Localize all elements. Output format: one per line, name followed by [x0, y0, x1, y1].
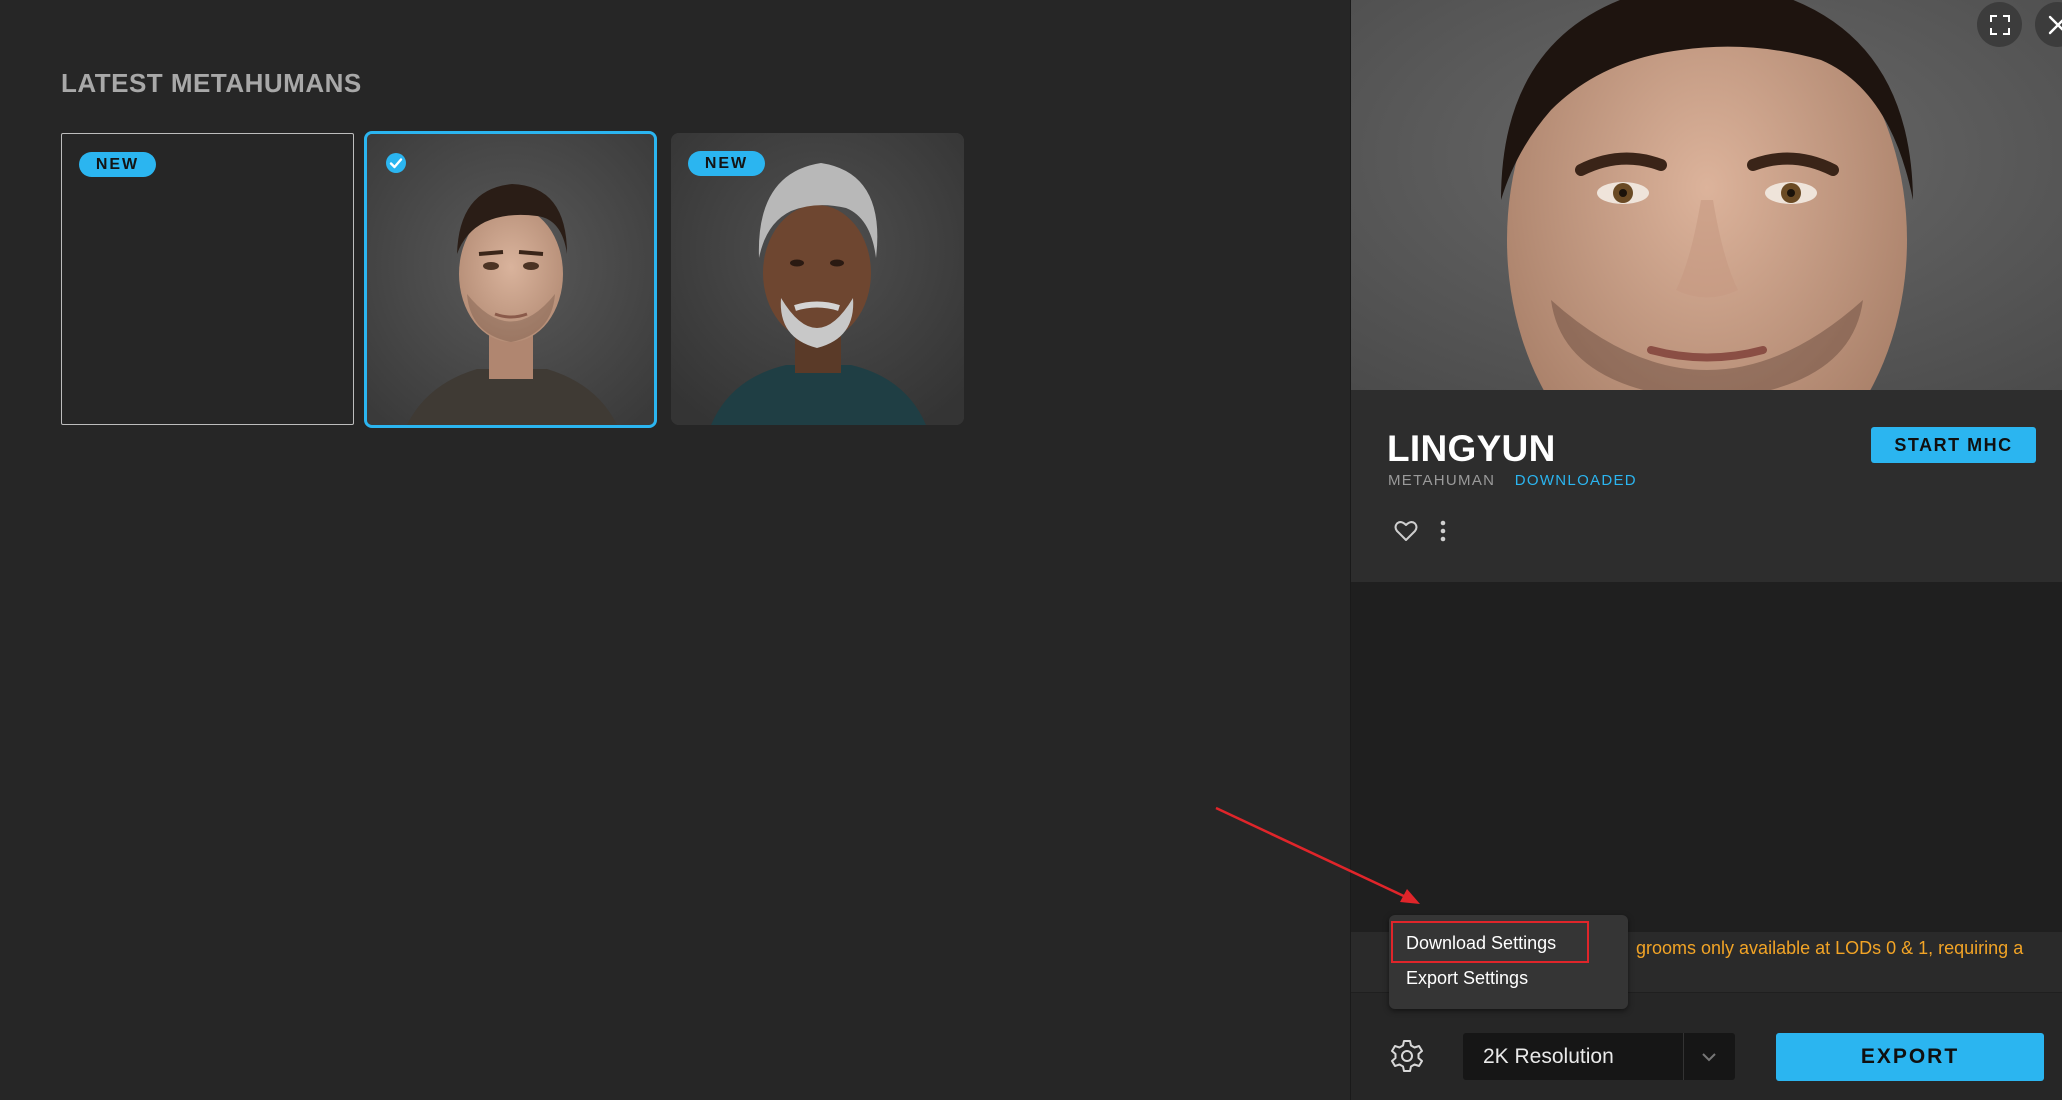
chevron-down-icon[interactable] [1700, 1048, 1718, 1066]
close-icon [2048, 15, 2062, 34]
select-divider [1683, 1033, 1684, 1080]
start-mhc-button[interactable]: START MHC [1871, 427, 2036, 463]
hero-portrait [1351, 0, 2062, 390]
metahuman-card-lingyun[interactable] [364, 131, 657, 428]
resolution-value: 2K Resolution [1483, 1045, 1614, 1068]
type-tag: METAHUMAN [1388, 472, 1496, 489]
fullscreen-button[interactable] [1977, 2, 2022, 47]
warning-text: grooms only available at LODs 0 & 1, req… [1636, 938, 2024, 958]
export-bar: 2K Resolution EXPORT [1351, 993, 2062, 1100]
character-name: LINGYUN [1387, 428, 1556, 469]
gear-icon[interactable] [1389, 1038, 1425, 1074]
more-vertical-icon[interactable] [1437, 518, 1449, 544]
character-tags: METAHUMAN DOWNLOADED [1388, 472, 1637, 489]
section-title: LATEST METAHUMANS [61, 68, 362, 98]
character-info: LINGYUN METAHUMAN DOWNLOADED START MHC [1351, 390, 2062, 582]
status-tag: DOWNLOADED [1514, 472, 1637, 489]
lingyun-portrait [367, 134, 654, 425]
export-button[interactable]: EXPORT [1776, 1033, 2044, 1081]
metahuman-card-elder[interactable]: NEW [671, 133, 964, 425]
new-badge: NEW [79, 152, 156, 177]
hero-portrait-image [1351, 0, 2062, 390]
elder-portrait [671, 133, 964, 425]
resolution-select[interactable]: 2K Resolution [1463, 1033, 1735, 1080]
heart-icon[interactable] [1393, 518, 1419, 544]
menu-item-export-settings[interactable]: Export Settings [1406, 968, 1528, 989]
annotation-highlight-box [1391, 921, 1589, 963]
check-icon [386, 153, 406, 173]
new-badge: NEW [688, 151, 765, 176]
metahuman-card-blank[interactable]: NEW [61, 133, 354, 425]
app-window: LATEST METAHUMANS NEW NEW LINGYUN METAHU… [0, 0, 2062, 1100]
fullscreen-icon [1989, 14, 2010, 35]
